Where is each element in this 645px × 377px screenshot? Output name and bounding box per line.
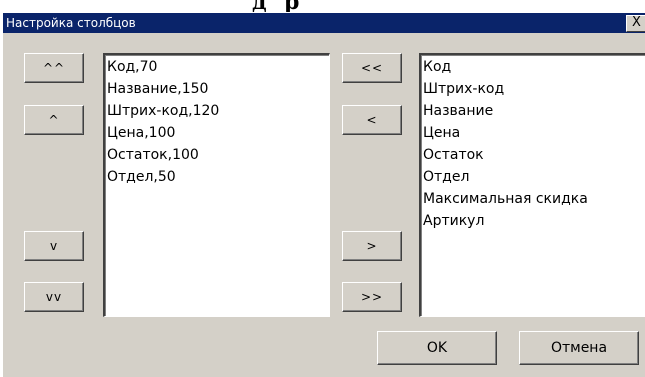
title-bar[interactable]: Настройка столбцов	[3, 13, 645, 33]
list-item[interactable]: Название,150	[107, 78, 329, 100]
selected-columns-list[interactable]: Код,70 Название,150 Штрих-код,120 Цена,100 О…	[103, 53, 330, 317]
list-item[interactable]: Штрих-код,120	[107, 100, 329, 122]
column-settings-dialog: Настройка столбцов X ^^ ^ v vv Код,70 Наз…	[2, 12, 645, 377]
cancel-button[interactable]: Отмена	[519, 331, 639, 365]
move-down-button[interactable]: v	[24, 231, 84, 261]
list-item[interactable]: Остаток	[423, 144, 645, 166]
move-to-top-button[interactable]: ^^	[24, 53, 84, 83]
dialog-title: Настройка столбцов	[6, 16, 136, 30]
add-all-button[interactable]: <<	[342, 53, 402, 83]
remove-button[interactable]: >	[342, 231, 402, 261]
list-item[interactable]: Отдел	[423, 166, 645, 188]
list-item[interactable]: Артикул	[423, 210, 645, 232]
list-item[interactable]: Отдел,50	[107, 166, 329, 188]
remove-all-button[interactable]: >>	[342, 282, 402, 312]
list-item[interactable]: Штрих-код	[423, 78, 645, 100]
ok-button[interactable]: OK	[377, 331, 497, 365]
list-item[interactable]: Название	[423, 100, 645, 122]
list-item[interactable]: Максимальная скидка	[423, 188, 645, 210]
available-columns-list[interactable]: Код Штрих-код Название Цена Остаток Отдел Макс…	[419, 53, 645, 317]
add-button[interactable]: <	[342, 105, 402, 135]
list-item[interactable]: Остаток,100	[107, 144, 329, 166]
list-item[interactable]: Цена,100	[107, 122, 329, 144]
move-up-button[interactable]: ^	[24, 105, 84, 135]
move-to-bottom-button[interactable]: vv	[24, 282, 84, 312]
list-item[interactable]: Код,70	[107, 56, 329, 78]
close-button[interactable]: X	[626, 15, 645, 32]
list-item[interactable]: Цена	[423, 122, 645, 144]
list-item[interactable]: Код	[423, 56, 645, 78]
